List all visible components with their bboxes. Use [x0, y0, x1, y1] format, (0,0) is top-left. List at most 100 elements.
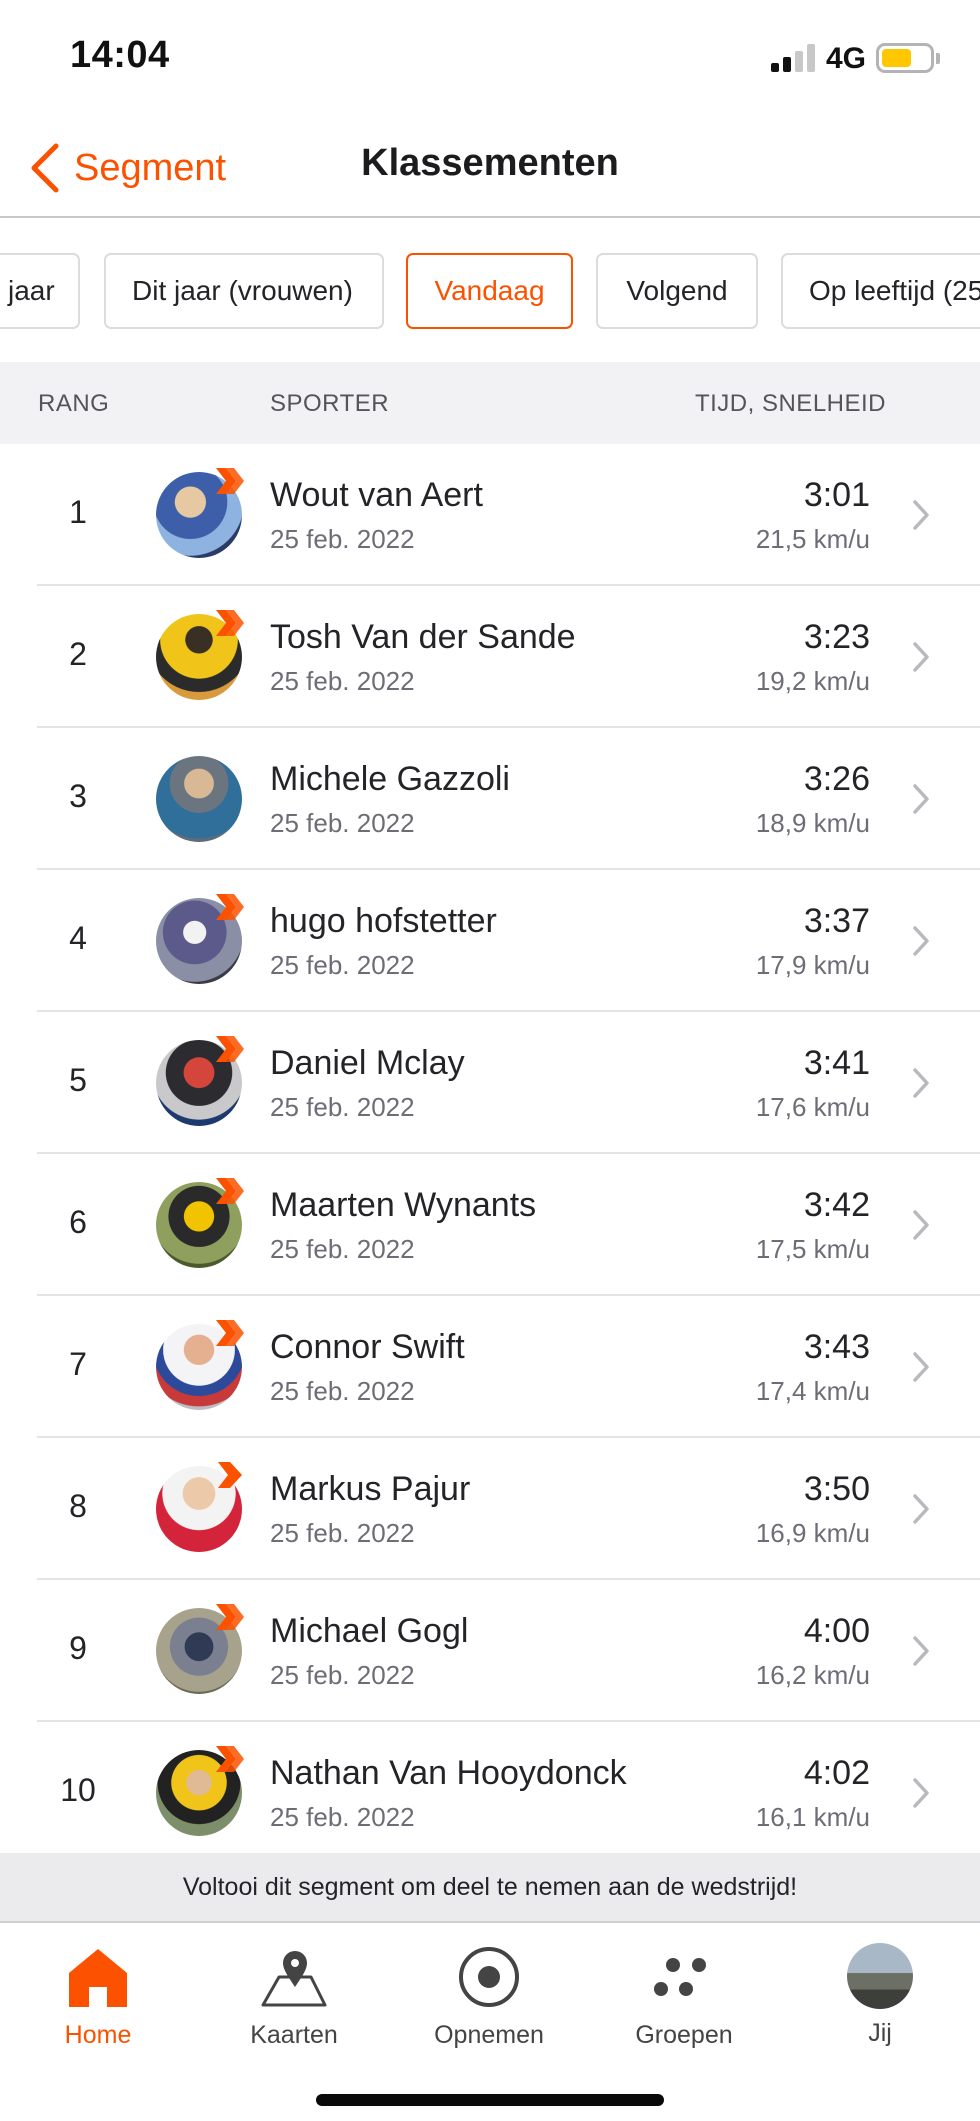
battery-icon [876, 43, 934, 73]
effort-date: 25 feb. 2022 [270, 808, 415, 838]
effort-date: 25 feb. 2022 [270, 524, 415, 554]
leaderboard-list: 1 Wout van Aert 25 feb. 2022 3:01 21,5 k… [0, 444, 980, 1864]
chevron-right-icon [913, 926, 929, 956]
leaderboard-row[interactable]: 2 Tosh Van der Sande 25 feb. 2022 3:23 1… [0, 586, 980, 728]
tab-you[interactable]: Jij [800, 1943, 960, 2048]
leaderboard-row[interactable]: 3 Michele Gazzoli 25 feb. 2022 3:26 18,9… [0, 728, 980, 870]
chevron-right-icon [913, 1352, 929, 1382]
tab-groups[interactable]: Groepen [604, 1943, 764, 2050]
athlete-name: Michele Gazzoli [270, 760, 510, 798]
athlete-name: Tosh Van der Sande [270, 618, 576, 656]
effort-time: 3:42 [803, 1186, 870, 1224]
chevron-right-icon [913, 642, 929, 672]
athlete-name: hugo hofstetter [270, 902, 497, 940]
subscriber-badge-icon [216, 1036, 244, 1062]
filter-tabs: jaar Dit jaar (vrouwen) Vandaag Volgend … [0, 220, 980, 362]
tab-home-label: Home [64, 2021, 132, 2049]
subscriber-badge-icon [216, 1178, 244, 1204]
rank-number: 10 [60, 1772, 96, 1808]
avatar [847, 1943, 913, 2009]
athlete-name: Nathan Van Hooydonck [270, 1754, 627, 1792]
home-icon [69, 1949, 127, 2007]
effort-speed: 16,2 km/u [755, 1660, 870, 1690]
effort-date: 25 feb. 2022 [270, 950, 415, 980]
groups-icon [654, 1958, 706, 1996]
header-rank: RANG [38, 390, 110, 417]
battery-cap [936, 53, 940, 64]
rank-number: 4 [69, 920, 87, 956]
chevron-right-icon [913, 1494, 929, 1524]
effort-speed: 17,5 km/u [755, 1234, 870, 1264]
subscriber-badge-icon [216, 1746, 244, 1772]
effort-speed: 16,9 km/u [755, 1518, 870, 1548]
subscriber-badge-icon [218, 1462, 242, 1488]
join-challenge-banner: Voltooi dit segment om deel te nemen aan… [0, 1853, 980, 1923]
leaderboard-row[interactable]: 5 Daniel Mclay 25 feb. 2022 3:41 17,6 km… [0, 1012, 980, 1154]
effort-time: 3:01 [803, 476, 870, 514]
effort-date: 25 feb. 2022 [270, 1802, 415, 1832]
tab-record[interactable]: Opnemen [409, 1943, 569, 2050]
leaderboard-row[interactable]: 10 Nathan Van Hooydonck 25 feb. 2022 4:0… [0, 1722, 980, 1864]
leaderboard-row[interactable]: 7 Connor Swift 25 feb. 2022 3:43 17,4 km… [0, 1296, 980, 1438]
tab-you-label: Jij [868, 2019, 892, 2047]
effort-speed: 21,5 km/u [755, 524, 870, 554]
subscriber-badge-icon [216, 610, 244, 636]
tab-home[interactable]: Home [18, 1943, 178, 2050]
effort-speed: 17,6 km/u [755, 1092, 870, 1122]
effort-date: 25 feb. 2022 [270, 1660, 415, 1690]
rank-number: 8 [69, 1488, 87, 1524]
rank-number: 5 [69, 1062, 87, 1098]
effort-time: 3:23 [803, 618, 870, 656]
filter-this-year-women[interactable]: Dit jaar (vrouwen) [104, 253, 384, 329]
chevron-right-icon [913, 500, 929, 530]
status-bar: 14:04 4G [0, 0, 980, 118]
rank-number: 1 [69, 494, 87, 530]
effort-date: 25 feb. 2022 [270, 1092, 415, 1122]
tab-groups-label: Groepen [635, 2021, 733, 2049]
effort-speed: 18,9 km/u [755, 808, 870, 838]
chevron-right-icon [913, 1068, 929, 1098]
effort-time: 3:26 [803, 760, 870, 798]
rank-number: 2 [69, 636, 87, 672]
nav-bar: Segment Klassementen [0, 118, 980, 218]
effort-time: 3:41 [803, 1044, 870, 1082]
filter-this-year[interactable]: jaar [0, 253, 80, 329]
signal-strength-icon [771, 44, 817, 72]
effort-time: 3:50 [803, 1470, 870, 1508]
athlete-name: Michael Gogl [270, 1612, 469, 1650]
leaderboard-row[interactable]: 8 Markus Pajur 25 feb. 2022 3:50 16,9 km… [0, 1438, 980, 1580]
leaderboard-row[interactable]: 9 Michael Gogl 25 feb. 2022 4:00 16,2 km… [0, 1580, 980, 1722]
effort-date: 25 feb. 2022 [270, 1376, 415, 1406]
subscriber-badge-icon [216, 1604, 244, 1630]
effort-speed: 16,1 km/u [755, 1802, 870, 1832]
chevron-right-icon [913, 1210, 929, 1240]
leaderboard-row[interactable]: 6 Maarten Wynants 25 feb. 2022 3:42 17,5… [0, 1154, 980, 1296]
chevron-right-icon [913, 784, 929, 814]
effort-date: 25 feb. 2022 [270, 666, 415, 696]
effort-date: 25 feb. 2022 [270, 1234, 415, 1264]
rank-number: 3 [69, 778, 87, 814]
page-title: Klassementen [361, 142, 619, 184]
status-time: 14:04 [70, 34, 170, 76]
athlete-name: Wout van Aert [270, 476, 483, 514]
subscriber-badge-icon [216, 894, 244, 920]
effort-time: 3:37 [803, 902, 870, 940]
leaderboard-row[interactable]: 1 Wout van Aert 25 feb. 2022 3:01 21,5 k… [0, 444, 980, 586]
home-indicator [316, 2094, 664, 2106]
effort-speed: 17,4 km/u [755, 1376, 870, 1406]
leaderboard-header: RANG SPORTER TIJD, SNELHEID [0, 362, 980, 444]
filter-by-age[interactable]: Op leeftijd (25 [781, 253, 980, 329]
tab-maps[interactable]: Kaarten [214, 1943, 374, 2050]
rank-number: 9 [69, 1630, 87, 1666]
rank-number: 6 [69, 1204, 87, 1240]
filter-following[interactable]: Volgend [596, 253, 758, 329]
leaderboard-row[interactable]: 4 hugo hofstetter 25 feb. 2022 3:37 17,9… [0, 870, 980, 1012]
athlete-name: Markus Pajur [270, 1470, 471, 1508]
header-time-speed: TIJD, SNELHEID [694, 390, 886, 417]
subscriber-badge-icon [216, 468, 244, 494]
avatar [156, 756, 242, 842]
map-pin-icon [261, 1951, 327, 2007]
filter-today[interactable]: Vandaag [406, 253, 573, 329]
effort-date: 25 feb. 2022 [270, 1518, 415, 1548]
athlete-name: Connor Swift [270, 1328, 465, 1366]
